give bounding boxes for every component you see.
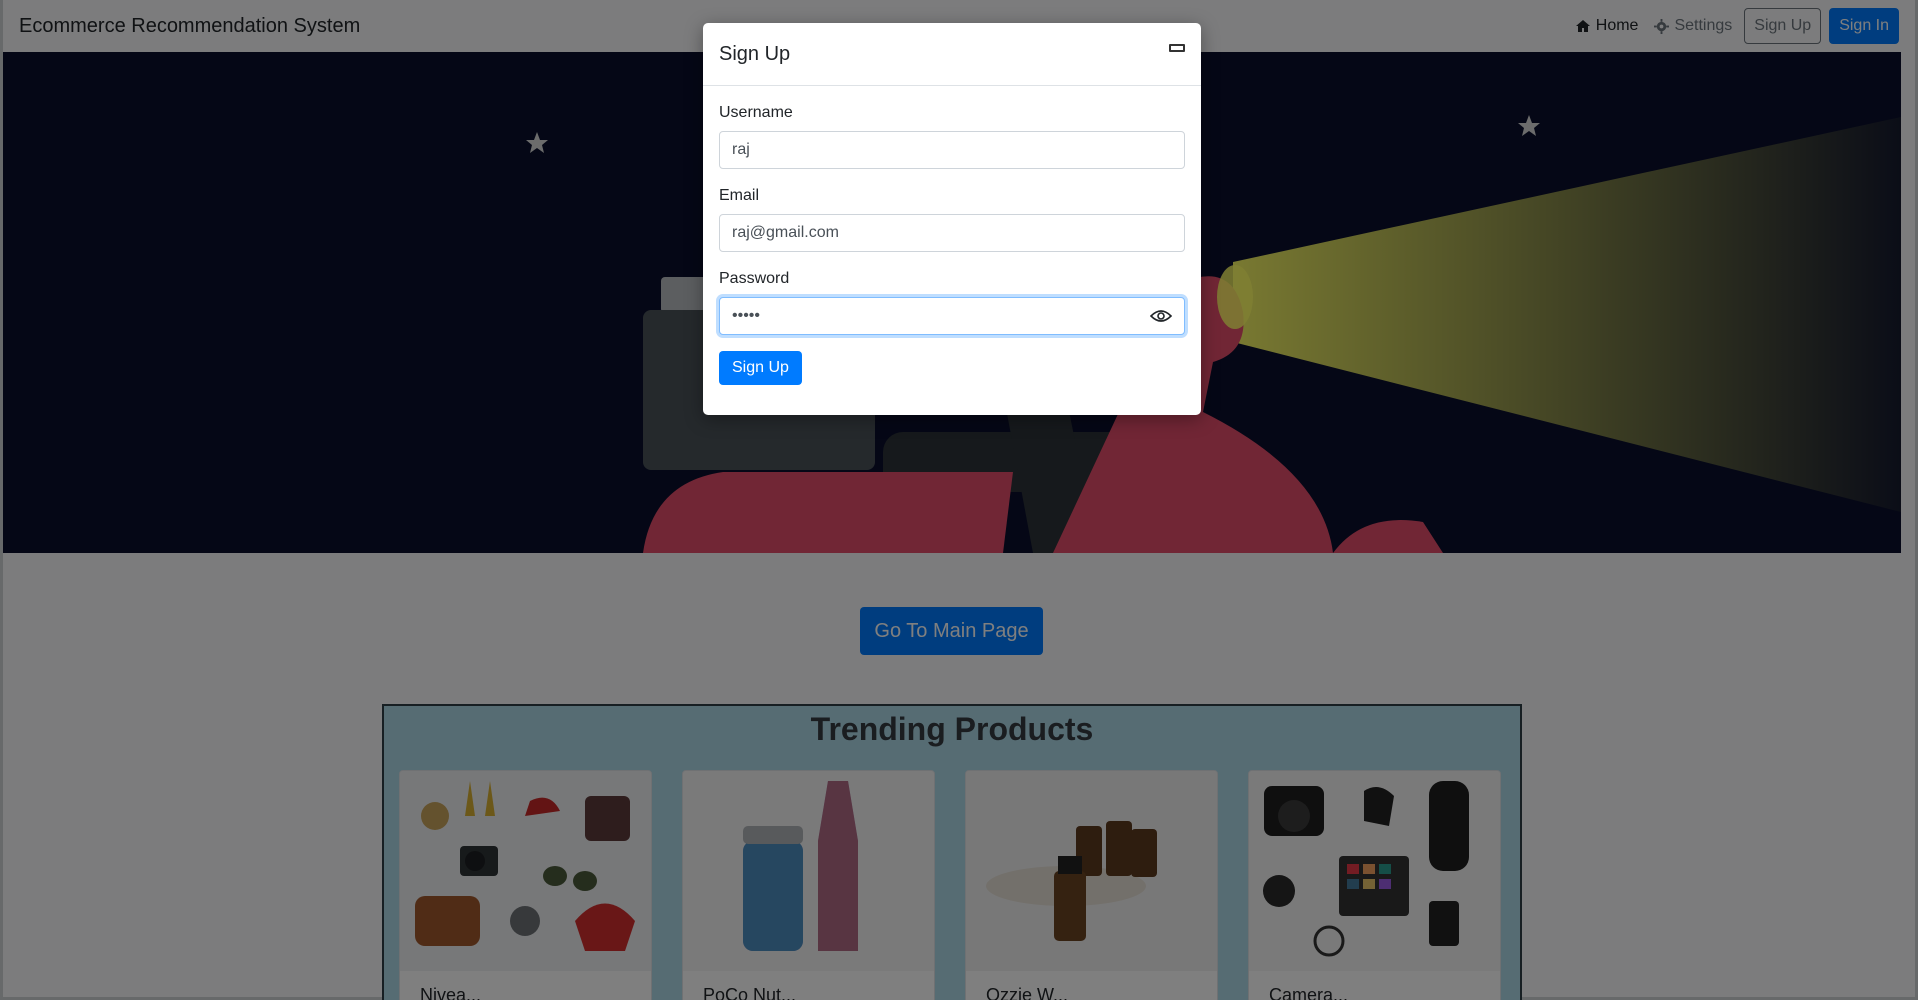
password-group: Password ••••• — [719, 270, 1185, 335]
email-value: raj@gmail.com — [732, 224, 839, 241]
modal-header: Sign Up — [703, 23, 1201, 86]
email-label: Email — [719, 187, 760, 204]
modal-body: Username raj Email raj@gmail.com Passwor… — [703, 86, 1201, 385]
username-label: Username — [719, 104, 793, 121]
password-value: ••••• — [732, 307, 761, 324]
username-value: raj — [732, 141, 750, 158]
signup-submit-button[interactable]: Sign Up — [719, 351, 802, 385]
modal-close-button[interactable] — [1169, 44, 1185, 52]
eye-icon[interactable] — [1150, 308, 1172, 324]
signup-modal: Sign Up Username raj Email raj@gmail.com… — [703, 23, 1201, 415]
email-group: Email raj@gmail.com — [719, 187, 1185, 252]
modal-title: Sign Up — [719, 42, 791, 65]
password-input[interactable]: ••••• — [719, 297, 1185, 335]
password-label: Password — [719, 270, 790, 287]
username-group: Username raj — [719, 104, 1185, 169]
username-input[interactable]: raj — [719, 131, 1185, 169]
email-input[interactable]: raj@gmail.com — [719, 214, 1185, 252]
